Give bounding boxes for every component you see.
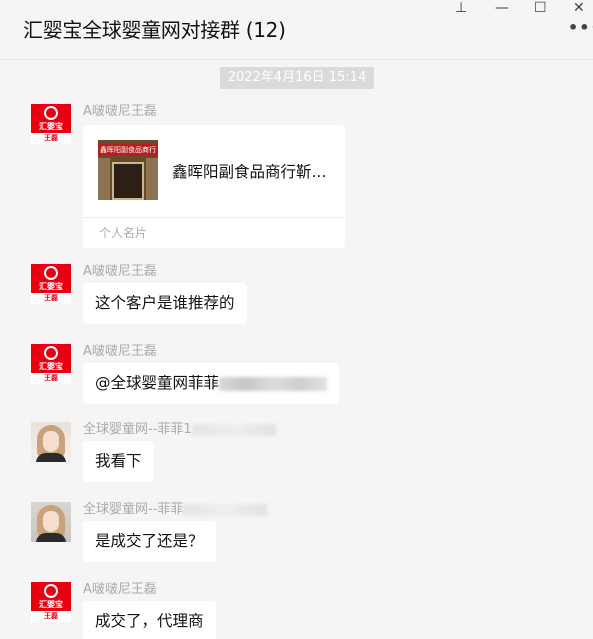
message-bubble[interactable]: 这个客户是谁推荐的 — [83, 283, 247, 324]
avatar-brand: 汇婴宝 — [39, 362, 63, 371]
avatar[interactable]: 汇婴宝 王磊 — [31, 264, 71, 304]
storefront-door — [112, 162, 144, 200]
message-bubble[interactable]: 成交了，代理商 — [83, 601, 216, 639]
redacted-block — [191, 423, 276, 436]
avatar-brand: 汇婴宝 — [39, 600, 63, 609]
message-timestamp: 2022年4月16日 15:14 — [220, 67, 374, 89]
maximize-icon[interactable]: ☐ — [534, 0, 547, 16]
redacted-block — [183, 503, 268, 516]
avatar[interactable] — [31, 422, 71, 462]
avatar-brand: 汇婴宝 — [39, 282, 63, 291]
minimize-icon[interactable]: — — [495, 0, 509, 16]
contact-card[interactable]: 鑫晖阳副食品商行 鑫晖阳副食品商行靳... 个人名片 — [83, 125, 345, 248]
chat-title: 汇婴宝全球婴童网对接群 (12) — [23, 18, 286, 42]
message-text: 这个客户是谁推荐的 — [95, 294, 235, 312]
avatar-tag: 王磊 — [31, 611, 71, 622]
message-text: @全球婴童网菲菲 — [95, 374, 220, 392]
store-sign: 鑫晖阳副食品商行 — [98, 144, 158, 156]
contact-card-name: 鑫晖阳副食品商行靳... — [172, 163, 327, 181]
sender-name[interactable]: A啵啵尼王磊 — [83, 578, 157, 597]
sender-name[interactable]: A啵啵尼王磊 — [83, 340, 157, 359]
avatar[interactable]: 汇婴宝 王磊 — [31, 104, 71, 144]
close-icon[interactable]: ✕ — [573, 0, 585, 16]
message-bubble[interactable]: 是成交了还是？ — [83, 521, 216, 562]
pin-icon[interactable]: ⊥ — [455, 0, 467, 16]
sender-name[interactable]: 全球婴童网--菲菲1 — [83, 418, 276, 437]
sender-name[interactable]: 全球婴童网--菲菲 — [83, 498, 268, 517]
logo-mark-icon — [44, 346, 58, 360]
divider — [83, 217, 345, 218]
message-bubble[interactable]: 我看下 — [83, 441, 154, 482]
logo-mark-icon — [44, 106, 58, 120]
message-bubble[interactable]: @全球婴童网菲菲 — [83, 363, 340, 404]
avatar[interactable]: 汇婴宝 王磊 — [31, 344, 71, 384]
avatar-brand: 汇婴宝 — [39, 122, 63, 131]
contact-card-label: 个人名片 — [99, 226, 148, 240]
redacted-block — [219, 376, 328, 391]
message-text: 成交了，代理商 — [95, 612, 204, 630]
sender-name[interactable]: A啵啵尼王磊 — [83, 100, 157, 119]
more-icon[interactable]: ••• — [568, 18, 593, 37]
chat-header: 汇婴宝全球婴童网对接群 (12) ⊥ — ☐ ✕ ••• — [0, 0, 593, 60]
message-text: 我看下 — [95, 452, 142, 470]
message-text: 是成交了还是？ — [95, 532, 204, 550]
avatar[interactable]: 汇婴宝 王磊 — [31, 582, 71, 622]
logo-mark-icon — [44, 266, 58, 280]
avatar-tag: 王磊 — [31, 293, 71, 304]
logo-mark-icon — [44, 584, 58, 598]
avatar-tag: 王磊 — [31, 373, 71, 384]
avatar[interactable] — [31, 502, 71, 542]
contact-card-image: 鑫晖阳副食品商行 — [98, 140, 158, 200]
avatar-tag: 王磊 — [31, 133, 71, 144]
sender-name[interactable]: A啵啵尼王磊 — [83, 260, 157, 279]
